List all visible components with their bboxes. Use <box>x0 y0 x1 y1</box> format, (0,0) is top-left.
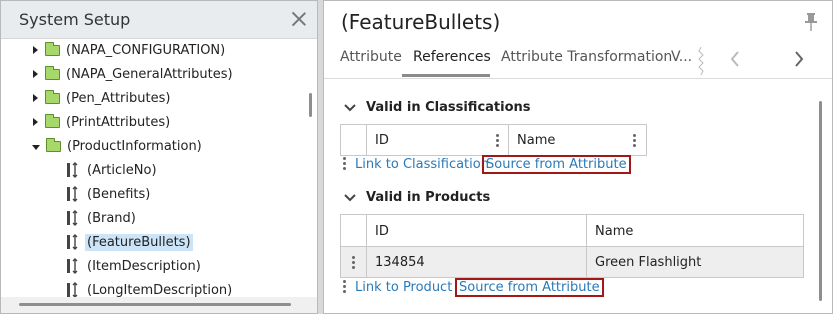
expand-arrow-icon[interactable] <box>33 70 38 78</box>
close-icon[interactable] <box>290 10 308 28</box>
attribute-icon <box>66 234 80 250</box>
tab-attribute[interactable]: Attribute <box>340 49 402 65</box>
panel-title: System Setup <box>19 10 131 29</box>
active-tab-indicator <box>402 74 490 77</box>
tab-attribute-transformation[interactable]: Attribute Transformation <box>501 49 672 65</box>
folder-icon <box>45 65 60 80</box>
tree-item-label: (FeatureBullets) <box>85 233 193 251</box>
tree-item-label: (ProductInformation) <box>67 138 202 154</box>
expand-arrow-icon[interactable] <box>33 94 38 102</box>
tab-cutoff-divider <box>698 47 704 75</box>
tree-item-napa-configuration[interactable]: (NAPA_CONFIGURATION) <box>33 39 227 61</box>
products-table: ID Name 134854 Green Flashlight <box>340 214 804 278</box>
tree-item-longitemdescription[interactable]: (LongItemDescription) <box>66 279 234 297</box>
section-header-classifications[interactable]: Valid in Classifications <box>344 100 531 115</box>
attribute-editor-panel: (FeatureBullets) Attribute References At… <box>323 0 833 314</box>
tree-item-brand[interactable]: (Brand) <box>66 207 138 229</box>
column-header-name[interactable]: Name <box>509 125 648 155</box>
attribute-icon <box>66 210 80 226</box>
cell-name: Green Flashlight <box>595 254 702 270</box>
attribute-icon <box>66 162 80 178</box>
attribute-icon <box>66 258 80 274</box>
column-header-label: Name <box>517 132 556 148</box>
chevron-down-icon[interactable] <box>344 103 356 112</box>
tree-item-pen-attributes[interactable]: (Pen_Attributes) <box>33 87 172 109</box>
folder-icon <box>45 89 60 104</box>
pin-icon[interactable] <box>804 13 818 31</box>
table-row[interactable]: 134854 Green Flashlight <box>341 246 803 277</box>
link-to-product-link[interactable]: Link to Product <box>355 280 452 295</box>
tree-item-itemdescription[interactable]: (ItemDescription) <box>66 255 203 277</box>
row-menu-icon[interactable] <box>352 255 355 269</box>
classifications-table-header: ID Name <box>340 124 647 156</box>
tree-item-articleno[interactable]: (ArticleNo) <box>66 159 159 181</box>
tab-bar: Attribute References Attribute Transform… <box>324 43 832 79</box>
tree-item-label: (Brand) <box>87 210 136 226</box>
tree-item-benefits[interactable]: (Benefits) <box>66 183 152 205</box>
column-menu-icon[interactable] <box>496 134 499 147</box>
column-header-id[interactable]: ID <box>367 215 587 247</box>
row-gutter-header <box>341 125 367 155</box>
page-title: (FeatureBullets) <box>341 10 501 34</box>
tree-item-label: (PrintAttributes) <box>66 114 171 130</box>
tree-vertical-scrollbar[interactable] <box>309 93 312 117</box>
row-gutter-header <box>341 215 367 247</box>
tree-item-label: (NAPA_CONFIGURATION) <box>66 42 226 58</box>
column-header-label: Name <box>595 223 634 239</box>
tree-item-label: (Benefits) <box>87 186 151 202</box>
chevron-right-icon[interactable] <box>794 51 804 67</box>
tree-item-label: (ItemDescription) <box>87 258 201 274</box>
chevron-left-icon[interactable] <box>730 51 740 67</box>
column-header-id[interactable]: ID <box>367 125 509 155</box>
drag-handle-icon[interactable] <box>343 280 346 295</box>
panel-header: System Setup <box>1 1 317 39</box>
folder-icon <box>45 41 60 56</box>
link-to-classification-link[interactable]: Link to Classification <box>355 157 489 172</box>
tree-item-label: (NAPA_GeneralAttributes) <box>66 66 233 82</box>
cell-id: 134854 <box>367 247 587 277</box>
section-title: Valid in Products <box>366 190 491 205</box>
tab-overflow[interactable]: V... <box>671 49 692 65</box>
chevron-down-icon[interactable] <box>344 193 356 202</box>
column-header-name[interactable]: Name <box>587 215 803 247</box>
tree-item-productinformation[interactable]: (ProductInformation) <box>32 135 204 157</box>
source-from-attribute-link[interactable]: Source from Attribute <box>455 278 604 297</box>
folder-icon <box>45 113 60 128</box>
section-header-products[interactable]: Valid in Products <box>344 190 490 205</box>
system-setup-panel: System Setup (NAPA_CONFIGURATION) (NAPA_… <box>0 0 318 314</box>
tree-horizontal-scrollbar[interactable] <box>19 303 291 306</box>
tree-item-label: (Pen_Attributes) <box>66 90 171 106</box>
tree-item-label: (ArticleNo) <box>87 162 157 178</box>
expand-arrow-icon[interactable] <box>33 46 38 54</box>
tab-references[interactable]: References <box>413 49 491 65</box>
tree-item-napa-generalattributes[interactable]: (NAPA_GeneralAttributes) <box>33 63 235 85</box>
setup-tree: (NAPA_CONFIGURATION) (NAPA_GeneralAttrib… <box>1 39 305 297</box>
tree-item-label: (LongItemDescription) <box>87 282 233 298</box>
source-from-attribute-link[interactable]: Source from Attribute <box>482 155 631 174</box>
products-table-header: ID Name <box>341 215 803 247</box>
attribute-icon <box>66 282 80 297</box>
folder-open-icon <box>46 137 61 152</box>
tree-item-printattributes[interactable]: (PrintAttributes) <box>33 111 172 133</box>
content-vertical-scrollbar[interactable] <box>819 101 822 301</box>
section-title: Valid in Classifications <box>366 100 531 115</box>
attribute-icon <box>66 186 80 202</box>
row-gutter[interactable] <box>341 247 367 277</box>
collapse-arrow-icon[interactable] <box>32 144 40 150</box>
column-header-label: ID <box>375 223 389 239</box>
drag-handle-icon[interactable] <box>343 157 346 172</box>
column-header-label: ID <box>375 132 389 148</box>
column-menu-icon[interactable] <box>633 134 636 147</box>
expand-arrow-icon[interactable] <box>33 118 38 126</box>
tree-item-featurebullets[interactable]: (FeatureBullets) <box>66 231 193 253</box>
